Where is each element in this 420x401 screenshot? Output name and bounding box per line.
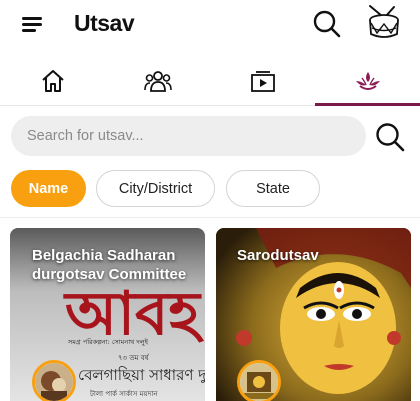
app-title: Utsav [74,10,135,36]
search-row [0,112,420,160]
search-button-icon[interactable] [374,121,406,153]
filter-name-chip[interactable]: Name [11,170,86,207]
menu-icon[interactable] [22,17,42,33]
utsav-card[interactable]: Sarodutsav [216,228,411,401]
poster-name-text: বেলগাছিয়া সাধারণ দুর্গো [78,366,205,384]
filter-chips: Name City/District State [0,170,420,210]
diya-icon [355,72,380,90]
card-title: Sarodutsav [237,247,319,264]
filter-state-chip[interactable]: State [226,170,320,207]
search-input[interactable] [11,116,366,156]
utsav-card[interactable]: আবহ সমগ্র পরিকল্পনা: সোমনাথ দলুই ৭৩ তম ব… [10,228,205,401]
divider [0,217,420,218]
card-title: Belgachia Sadharan durgotsav Committee [32,247,187,283]
poster-credit-text: সমগ্র পরিকল্পনা: সোমনাথ দলুই [67,338,149,346]
tab-home[interactable] [0,58,105,104]
video-icon [250,71,275,92]
tab-festivals[interactable] [315,58,420,104]
tab-community[interactable] [105,58,210,104]
active-tab-indicator [315,103,420,106]
avatar [32,360,76,401]
home-icon [41,70,64,92]
app-bar: Utsav [0,0,420,52]
drum-icon[interactable] [364,3,404,43]
tab-bar [0,58,420,106]
poster-venue-text: টালা পার্ক সার্কাস ময়দান [89,389,158,398]
group-icon [143,71,172,92]
avatar [237,360,281,401]
search-icon[interactable] [312,9,342,39]
tab-videos[interactable] [210,58,315,104]
filter-city-chip[interactable]: City/District [96,170,215,207]
poster-year-text: ৭৩ তম বর্ষ [118,354,150,362]
